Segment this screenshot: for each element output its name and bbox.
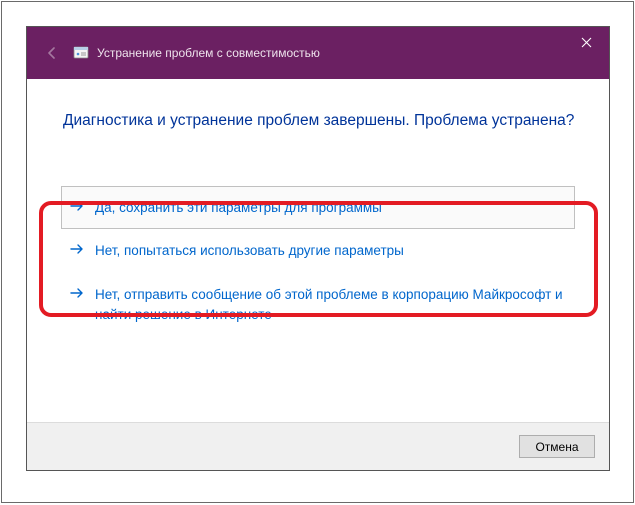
wizard-icon: [73, 45, 89, 61]
arrow-right-icon: [69, 242, 85, 256]
screenshot-frame: Устранение проблем с совместимостью Диаг…: [1, 1, 634, 503]
option-label: Да, сохранить эти параметры для программ…: [95, 198, 565, 218]
option-yes-save[interactable]: Да, сохранить эти параметры для программ…: [61, 186, 575, 230]
close-button[interactable]: [563, 27, 609, 57]
arrow-right-icon: [69, 199, 85, 213]
titlebar: Устранение проблем с совместимостью: [27, 27, 609, 79]
compatibility-troubleshooter-dialog: Устранение проблем с совместимостью Диаг…: [26, 26, 610, 471]
options-list: Да, сохранить эти параметры для программ…: [61, 186, 575, 336]
option-no-try-other[interactable]: Нет, попытаться использовать другие пара…: [61, 229, 575, 273]
dialog-content: Диагностика и устранение проблем заверше…: [27, 79, 609, 422]
arrow-right-icon: [69, 286, 85, 300]
option-no-report[interactable]: Нет, отправить сообщение об этой проблем…: [61, 273, 575, 336]
back-arrow-icon[interactable]: [41, 42, 63, 64]
window-title: Устранение проблем с совместимостью: [97, 46, 320, 60]
option-label: Нет, попытаться использовать другие пара…: [95, 241, 565, 261]
dialog-footer: Отмена: [27, 422, 609, 470]
main-heading: Диагностика и устранение проблем заверше…: [61, 111, 575, 132]
cancel-button[interactable]: Отмена: [519, 435, 595, 458]
option-label: Нет, отправить сообщение об этой проблем…: [95, 285, 565, 324]
